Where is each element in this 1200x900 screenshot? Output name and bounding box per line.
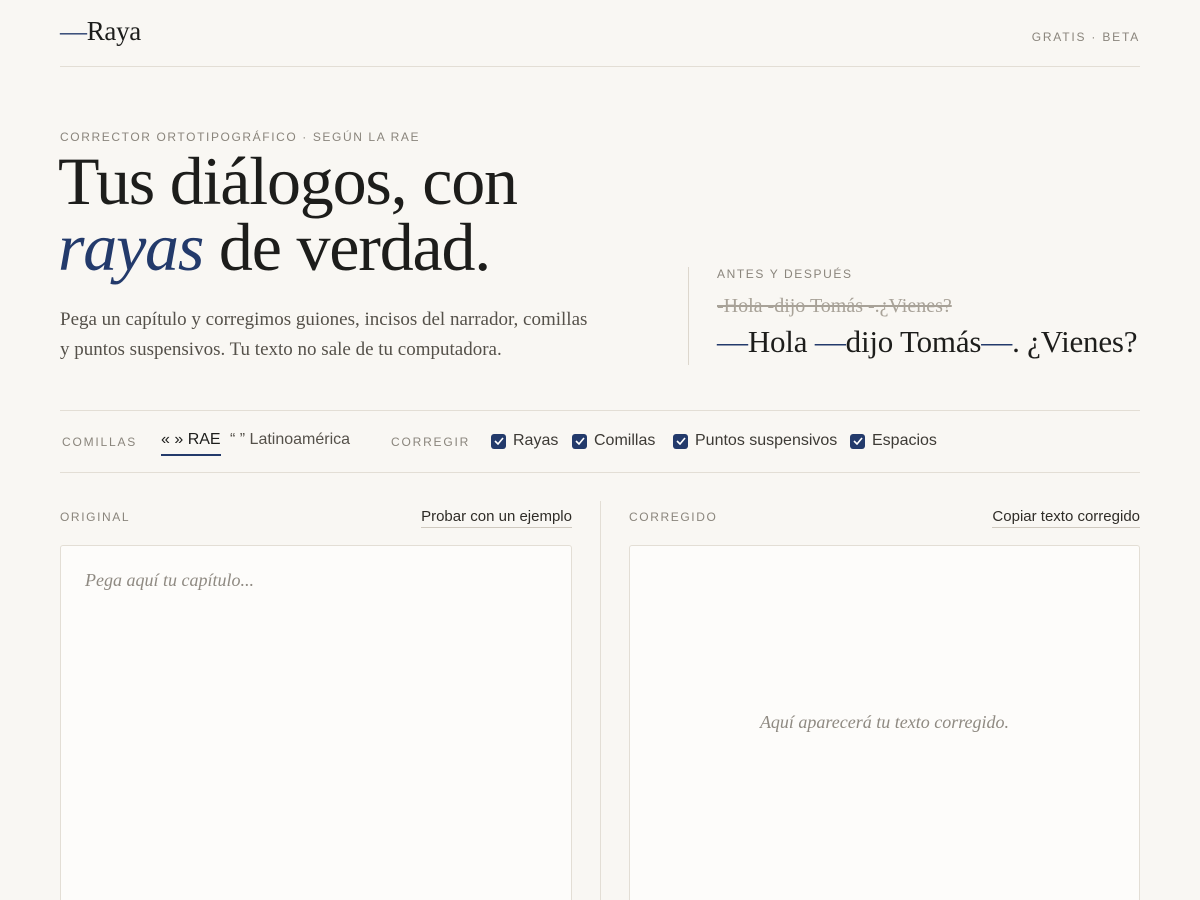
hero-eyebrow: CORRECTOR ORTOTIPOGRÁFICO · SEGÚN LA RAE	[60, 130, 421, 144]
logo[interactable]: —Raya	[60, 16, 141, 47]
column-divider	[600, 501, 601, 900]
top-bar: —Raya GRATIS · BETA	[60, 0, 1140, 67]
hero-description: Pega un capítulo y corregimos guiones, i…	[60, 309, 588, 360]
title-rest: de verdad.	[203, 209, 491, 285]
example-button[interactable]: Probar con un ejemplo	[421, 508, 572, 528]
logo-dash: —	[60, 16, 87, 46]
page: —Raya GRATIS · BETA CORRECTOR ORTOTIPOGR…	[0, 0, 1200, 900]
quotes-label: COMILLAS	[62, 435, 138, 449]
corrected-label: CORREGIDO	[629, 510, 718, 524]
checkbox-label: Rayas	[513, 432, 559, 449]
checkbox-comillas[interactable]: Comillas	[572, 432, 655, 450]
after-dash-1: —	[717, 324, 748, 359]
title-line-1: Tus diálogos, con	[58, 143, 518, 219]
checkbox-label: Comillas	[594, 432, 656, 449]
checkbox-icon	[850, 433, 865, 449]
checkbox-icon	[673, 433, 688, 449]
corrected-output[interactable]: Aquí aparecerá tu texto corregido.	[629, 545, 1140, 900]
original-editor	[60, 545, 572, 900]
before-after-label: ANTES Y DESPUÉS	[717, 267, 853, 281]
after-dash-3: —	[981, 324, 1013, 359]
after-part-1: Hola	[747, 324, 815, 359]
original-textarea[interactable]	[61, 546, 571, 900]
checkbox-puntos-suspensivos[interactable]: Puntos suspensivos	[673, 432, 837, 450]
after-part-2: dijo Tomás	[845, 324, 982, 359]
before-text: -Hola -dijo Tomás -.¿Vienes?	[717, 295, 952, 317]
page-title: Tus diálogos, con rayas de verdad.	[58, 147, 698, 281]
checkbox-icon	[572, 433, 587, 449]
checkbox-icon	[491, 433, 506, 449]
checkbox-rayas[interactable]: Rayas	[491, 432, 558, 450]
after-dash-2: —	[814, 324, 846, 359]
fix-label: CORREGIR	[391, 435, 471, 449]
status-badge: GRATIS · BETA	[1031, 30, 1140, 44]
original-label: ORIGINAL	[60, 510, 131, 524]
checkbox-label: Puntos suspensivos	[695, 432, 838, 449]
quote-option-rae[interactable]: « » RAE	[161, 431, 221, 456]
empty-output-message: Aquí aparecerá tu texto corregido.	[759, 712, 1010, 732]
after-part-3: . ¿Vienes?	[1012, 324, 1138, 359]
quote-option-latinoamerica[interactable]: “ ” Latinoamérica	[230, 431, 350, 454]
before-after-example: ANTES Y DESPUÉS -Hola -dijo Tomás -.¿Vie…	[688, 267, 1140, 365]
after-text: —Hola —dijo Tomás—. ¿Vienes?	[717, 324, 1140, 360]
title-accent: rayas	[58, 209, 204, 285]
checkbox-espacios[interactable]: Espacios	[850, 432, 937, 450]
copy-button[interactable]: Copiar texto corregido	[992, 508, 1140, 528]
options-bar: COMILLAS « » RAE “ ” Latinoamérica CORRE…	[60, 410, 1140, 473]
checkbox-label: Espacios	[872, 432, 937, 449]
logo-text: Raya	[86, 16, 142, 46]
